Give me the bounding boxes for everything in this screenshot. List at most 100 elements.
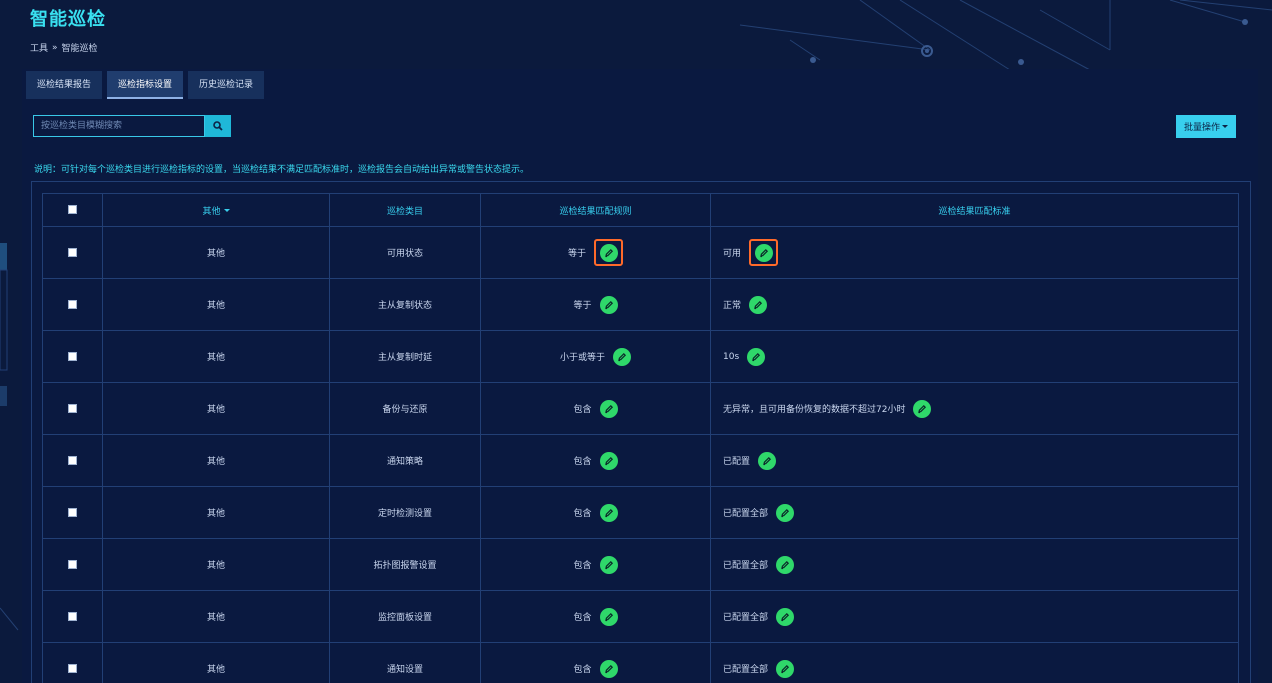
edit-standard-button[interactable] [758, 451, 777, 470]
edit-standard-button[interactable] [776, 555, 795, 574]
row-type: 其他 [102, 330, 330, 383]
table-header-row: 其他 巡检类目 巡检结果匹配规则 巡检结果匹配标准 [42, 193, 1239, 227]
row-item: 通知设置 [329, 642, 481, 683]
edit-standard-button[interactable] [749, 295, 768, 314]
pencil-icon [781, 560, 790, 569]
row-item: 主从复制时延 [329, 330, 481, 383]
pencil-icon [604, 456, 613, 465]
select-all-checkbox[interactable] [68, 205, 77, 214]
edit-rule-button[interactable] [613, 347, 631, 366]
edit-standard-button[interactable] [747, 347, 766, 366]
breadcrumb: 工具 » 智能巡检 [30, 41, 106, 55]
edit-standard-button[interactable] [913, 399, 932, 418]
row-standard-cell: 已配置全部 [710, 590, 1239, 643]
row-rule-cell: 包含 [480, 434, 711, 487]
row-checkbox[interactable] [68, 351, 77, 361]
edit-rule-button[interactable] [599, 295, 618, 314]
table-row: 其他 主从复制时延 小于或等于 10s [42, 330, 1239, 383]
row-standard-cell: 可用 [710, 226, 1239, 279]
row-rule-cell: 包含 [480, 486, 711, 539]
row-checkbox[interactable] [68, 455, 77, 465]
row-rule-cell: 包含 [480, 382, 711, 435]
row-type: 其他 [102, 278, 330, 331]
search-icon [213, 121, 223, 131]
row-select-cell [42, 226, 103, 279]
row-standard: 正常 [723, 301, 742, 311]
row-select-cell [42, 434, 103, 487]
row-standard-cell: 已配置全部 [710, 538, 1239, 591]
pencil-icon [604, 248, 613, 257]
row-checkbox[interactable] [68, 403, 77, 413]
edit-rule-button[interactable] [599, 243, 618, 262]
pencil-icon [781, 612, 790, 621]
pencil-icon [781, 664, 790, 673]
breadcrumb-current: 智能巡检 [61, 44, 98, 54]
tab-indicator-settings[interactable]: 巡检指标设置 [107, 71, 184, 99]
edit-rule-button[interactable] [599, 555, 618, 574]
table-row: 其他 通知策略 包含 已配置 [42, 434, 1239, 487]
edit-rule-button-highlight [594, 239, 623, 266]
header-rule: 巡检结果匹配规则 [480, 193, 711, 227]
edit-standard-button[interactable] [776, 659, 795, 678]
tab-bar: 巡检结果报告 巡检指标设置 历史巡检记录 [26, 71, 265, 99]
row-rule: 等于 [573, 301, 592, 311]
pencil-icon [754, 300, 763, 309]
table-container: 其他 巡检类目 巡检结果匹配规则 巡检结果匹配标准 其他 可用状态 等于 可用 其他 主从… [31, 181, 1251, 683]
row-standard-cell: 已配置 [710, 434, 1239, 487]
batch-operation-label: 批量操作 [1183, 122, 1220, 132]
chevron-down-icon [223, 208, 230, 212]
row-item: 通知策略 [329, 434, 481, 487]
edit-standard-button[interactable] [754, 243, 773, 262]
pencil-icon [604, 300, 613, 309]
row-item: 定时检测设置 [329, 486, 481, 539]
row-select-cell [42, 330, 103, 383]
row-select-cell [42, 486, 103, 539]
table-row: 其他 主从复制状态 等于 正常 [42, 278, 1239, 331]
pencil-icon [604, 404, 613, 413]
row-checkbox[interactable] [68, 507, 77, 517]
edit-rule-button[interactable] [599, 451, 618, 470]
description-note: 说明：可针对每个巡检类目进行巡检指标的设置，当巡检结果不满足匹配标准时，巡检报告… [34, 165, 530, 175]
pencil-icon [618, 352, 627, 361]
row-standard: 已配置全部 [723, 613, 769, 623]
row-standard: 10s [723, 351, 740, 362]
pencil-icon [752, 352, 761, 361]
table-row: 其他 拓扑图报警设置 包含 已配置全部 [42, 538, 1239, 591]
header-select-all [42, 193, 103, 227]
row-type: 其他 [102, 434, 330, 487]
edit-standard-button[interactable] [776, 503, 795, 522]
row-checkbox[interactable] [68, 247, 77, 257]
row-rule: 包含 [573, 405, 592, 415]
search-box [33, 115, 231, 137]
search-input[interactable] [33, 115, 205, 137]
pencil-icon [918, 404, 927, 413]
header-type[interactable]: 其他 [102, 193, 330, 227]
tab-history-records[interactable]: 历史巡检记录 [188, 71, 265, 99]
row-rule-cell: 包含 [480, 642, 711, 683]
row-checkbox[interactable] [68, 299, 77, 309]
edit-rule-button[interactable] [599, 659, 618, 678]
row-type: 其他 [102, 538, 330, 591]
breadcrumb-parent[interactable]: 工具 [30, 41, 48, 54]
row-select-cell [42, 642, 103, 683]
row-standard: 可用 [723, 249, 742, 259]
batch-operation-button[interactable]: 批量操作 [1176, 115, 1236, 138]
row-type: 其他 [102, 590, 330, 643]
edit-rule-button[interactable] [599, 607, 618, 626]
tab-inspection-report[interactable]: 巡检结果报告 [26, 71, 103, 99]
edit-standard-button[interactable] [776, 607, 795, 626]
pencil-icon [763, 456, 772, 465]
row-checkbox[interactable] [68, 559, 77, 569]
search-button[interactable] [205, 115, 231, 137]
edit-rule-button[interactable] [599, 399, 618, 418]
table-row: 其他 通知设置 包含 已配置全部 [42, 642, 1239, 683]
row-item: 拓扑图报警设置 [329, 538, 481, 591]
row-standard: 无异常，且可用备份恢复的数据不超过72小时 [723, 405, 906, 415]
edit-rule-button[interactable] [599, 503, 618, 522]
pencil-icon [781, 508, 790, 517]
row-checkbox[interactable] [68, 611, 77, 621]
header-standard: 巡检结果匹配标准 [710, 193, 1239, 227]
row-checkbox[interactable] [68, 663, 77, 673]
indicator-table: 其他 巡检类目 巡检结果匹配规则 巡检结果匹配标准 其他 可用状态 等于 可用 其他 主从… [42, 193, 1239, 683]
chevron-down-icon [1222, 125, 1228, 128]
